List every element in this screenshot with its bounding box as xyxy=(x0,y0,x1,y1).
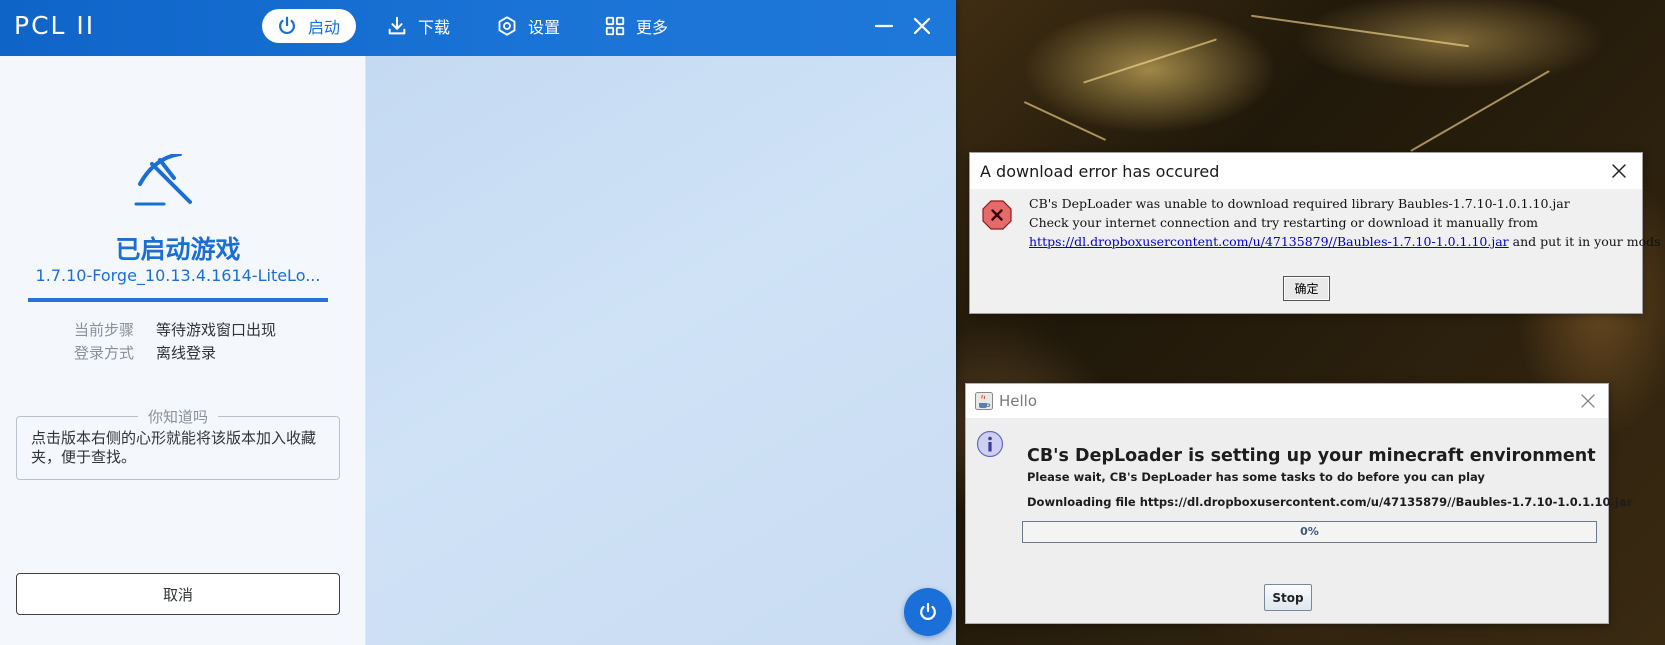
wallpaper-light-streak xyxy=(1083,38,1217,84)
tab-settings[interactable]: 设置 xyxy=(482,9,576,43)
gear-icon xyxy=(498,16,516,36)
download-progress-bar: 0% xyxy=(1022,521,1597,543)
launcher-window: PCL II 启动 下载 设置 更多 已启动游戏 1.7.10-Forge_10… xyxy=(0,0,956,645)
minimize-button[interactable] xyxy=(870,12,898,40)
launcher-content-area xyxy=(366,56,956,645)
deploader-progress-dialog: Hello CB's DepLoader is setting up your … xyxy=(965,383,1632,624)
progress-dialog-title: Hello xyxy=(999,392,1038,410)
close-icon xyxy=(913,17,931,35)
tab-more[interactable]: 更多 xyxy=(590,9,684,43)
step-value: 等待游戏窗口出现 xyxy=(156,321,277,339)
launch-button[interactable] xyxy=(904,588,952,636)
error-message-line3: https://dl.dropboxusercontent.com/u/4713… xyxy=(1029,234,1665,249)
error-dialog-title: A download error has occured xyxy=(980,162,1220,181)
launch-status-title: 已启动游戏 xyxy=(115,235,241,264)
tab-download-label: 下载 xyxy=(418,18,451,37)
tip-heading-label: 你知道吗 xyxy=(137,406,218,427)
error-message-line1: CB's DepLoader was unable to download re… xyxy=(1029,196,1570,211)
login-value: 离线登录 xyxy=(156,344,217,362)
login-label: 登录方式 xyxy=(74,344,135,362)
error-message-suffix: and put it in your mods folder xyxy=(1512,234,1665,249)
java-icon xyxy=(975,392,993,410)
close-button[interactable] xyxy=(908,12,936,40)
step-label: 当前步骤 xyxy=(74,321,135,339)
setup-subheading: Please wait, CB's DepLoader has some tas… xyxy=(1027,470,1485,484)
tip-heading: 你知道吗 xyxy=(0,406,356,427)
wallpaper-light-streak xyxy=(1250,14,1470,48)
launch-status-panel: 已启动游戏 1.7.10-Forge_10.13.4.1614-LiteLo..… xyxy=(0,56,366,645)
launcher-titlebar[interactable]: PCL II 启动 下载 设置 更多 xyxy=(0,0,956,56)
app-logo: PCL II xyxy=(14,11,96,40)
download-progress-text: 0% xyxy=(1300,525,1319,538)
error-message-line2: Check your internet connection and try r… xyxy=(1029,215,1538,230)
progress-dialog-titlebar[interactable]: Hello xyxy=(966,384,1608,418)
tip-text: 点击版本右侧的心形就能将该版本加入收藏夹，便于查找。 xyxy=(31,429,317,466)
tab-launch[interactable]: 启动 xyxy=(262,9,357,43)
info-icon xyxy=(976,430,1004,458)
download-icon xyxy=(388,16,406,35)
version-name: 1.7.10-Forge_10.13.4.1614-LiteLo... xyxy=(35,266,321,285)
launch-progress-bar xyxy=(28,298,328,302)
download-error-dialog: A download error has occured CB's DepLoa… xyxy=(969,152,1665,314)
library-download-link[interactable]: https://dl.dropboxusercontent.com/u/4713… xyxy=(1029,234,1509,249)
wallpaper-light-streak xyxy=(1410,70,1550,152)
ok-button[interactable]: 确定 xyxy=(1283,276,1330,301)
power-icon xyxy=(920,602,936,620)
stop-button[interactable]: Stop xyxy=(1264,584,1312,611)
grid-icon xyxy=(605,16,625,36)
wallpaper-light-streak xyxy=(1023,101,1107,141)
close-icon[interactable] xyxy=(1580,393,1596,409)
launch-progress-fill xyxy=(28,298,328,302)
setup-heading: CB's DepLoader is setting up your minecr… xyxy=(1027,446,1596,466)
tab-more-label: 更多 xyxy=(636,18,669,37)
tab-settings-label: 设置 xyxy=(528,18,561,37)
minimize-icon xyxy=(874,24,894,28)
download-file-status: Downloading file https://dl.dropboxuserc… xyxy=(1027,495,1633,509)
error-dialog-titlebar[interactable]: A download error has occured xyxy=(970,153,1642,189)
power-icon xyxy=(279,16,295,35)
error-icon xyxy=(982,200,1012,230)
tab-launch-label: 启动 xyxy=(308,18,341,37)
cancel-button[interactable]: 取消 xyxy=(16,573,340,615)
tab-download[interactable]: 下载 xyxy=(372,9,466,43)
close-icon[interactable] xyxy=(1610,162,1628,180)
